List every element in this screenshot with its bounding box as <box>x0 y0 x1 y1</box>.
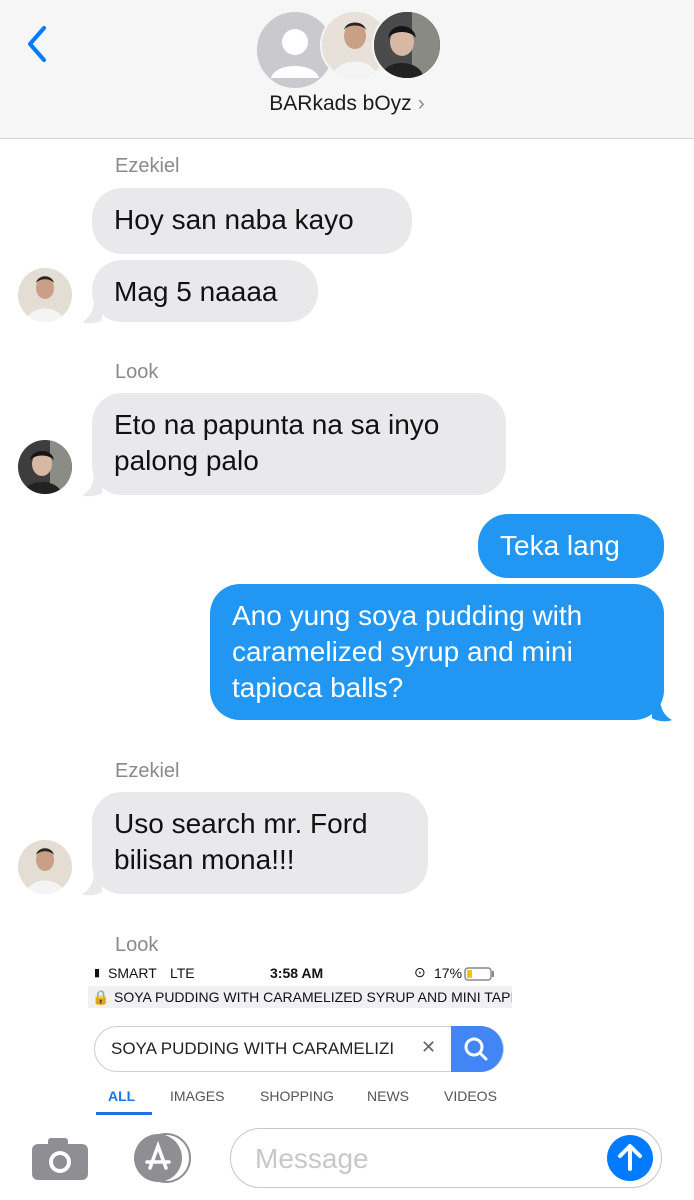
camera-icon <box>32 1138 88 1180</box>
person-photo-icon <box>18 840 72 894</box>
incoming-message-bubble[interactable]: Eto na papunta na sa inyo palong palo <box>92 393 506 495</box>
bubble-tail <box>652 698 672 722</box>
chevron-right-icon: › <box>417 92 425 115</box>
message-text: Hoy san naba kayo <box>114 204 354 235</box>
sender-name: Look <box>115 361 159 383</box>
outgoing-message-bubble[interactable]: Ano yung soya pudding with caramelized s… <box>210 584 664 720</box>
message-text: Teka lang <box>500 530 620 561</box>
back-chevron-icon <box>28 26 46 62</box>
message-input[interactable]: Message <box>230 1128 662 1188</box>
screenshot-tab-bar: ALL IMAGES SHOPPING NEWS VIDEOS <box>88 1088 512 1122</box>
bubble-tail <box>82 872 102 896</box>
active-tab-indicator <box>96 1112 152 1115</box>
sender-name: Look <box>115 934 159 956</box>
tab-news: NEWS <box>367 1088 409 1104</box>
message-text-line: Ano yung soya pudding with <box>232 600 583 631</box>
message-text-line: Uso search mr. Ford <box>114 808 368 839</box>
image-attachment[interactable]: ▮ SMART LTE 3:58 AM ⊙ 17% 🔒 SOYA PUDDING… <box>88 962 512 1122</box>
time-text: 3:58 AM <box>270 965 324 981</box>
message-text-line: palong palo <box>114 445 259 476</box>
url-text: SOYA PUDDING WITH CARAMELIZED SYRUP AND … <box>114 989 512 1005</box>
message-text-line: caramelized syrup and mini <box>232 636 573 667</box>
tab-all: ALL <box>108 1088 136 1104</box>
screenshot-search-box: SOYA PUDDING WITH CARAMELIZI ✕ <box>94 1026 504 1072</box>
signal-icon: ▮ <box>94 967 101 979</box>
person-photo-icon <box>18 440 72 494</box>
tab-images: IMAGES <box>170 1088 225 1104</box>
sender-avatar-ezekiel <box>18 268 72 322</box>
message-composer: Message <box>0 1118 694 1200</box>
screenshot-status-bar: ▮ SMART LTE 3:58 AM ⊙ 17% <box>88 962 512 986</box>
arrow-up-icon <box>618 1144 642 1171</box>
lock-icon: 🔒 <box>92 989 110 1005</box>
person-photo-icon <box>18 268 72 322</box>
message-placeholder: Message <box>255 1143 369 1174</box>
incoming-message-bubble[interactable]: Uso search mr. Ford bilisan mona!!! <box>92 792 428 894</box>
sender-avatar-look <box>18 440 72 494</box>
sender-name: Ezekiel <box>115 155 180 177</box>
search-query-text: SOYA PUDDING WITH CARAMELIZI <box>111 1039 395 1058</box>
sender-avatar-ezekiel <box>18 840 72 894</box>
outgoing-message-bubble[interactable]: Teka lang <box>478 514 664 578</box>
group-name: BARkads bOyz <box>269 92 412 115</box>
tab-shopping: SHOPPING <box>260 1088 334 1104</box>
network-text: LTE <box>170 965 195 981</box>
group-name-button[interactable]: BARkads bOyz › <box>0 92 694 116</box>
conversation-header: BARkads bOyz › <box>0 0 694 139</box>
bubble-tail <box>82 300 102 324</box>
screenshot-url-bar: 🔒 SOYA PUDDING WITH CARAMELIZED SYRUP AN… <box>88 986 512 1008</box>
message-text: Mag 5 naaaa <box>114 276 278 307</box>
battery-text: 17% <box>434 965 463 981</box>
message-text-line: tapioca balls? <box>232 672 404 703</box>
search-button <box>451 1026 503 1072</box>
clear-icon: ✕ <box>421 1037 437 1057</box>
incoming-message-bubble[interactable]: Hoy san naba kayo <box>92 188 412 254</box>
incoming-message-bubble[interactable]: Mag 5 naaaa <box>92 260 318 322</box>
sender-name: Ezekiel <box>115 760 180 782</box>
carrier-text: SMART <box>108 965 157 981</box>
message-text-line: Eto na papunta na sa inyo <box>114 409 440 440</box>
bubble-tail <box>82 473 102 497</box>
group-avatar-photo-2[interactable] <box>372 10 442 80</box>
lock-rotation-icon: ⊙ <box>414 964 426 980</box>
camera-button[interactable] <box>30 1134 90 1182</box>
app-store-icon <box>134 1133 191 1183</box>
message-text-line: bilisan mona!!! <box>114 844 295 875</box>
person-photo-icon <box>374 12 440 78</box>
search-icon <box>464 1037 488 1061</box>
send-button[interactable] <box>607 1135 653 1181</box>
battery-icon <box>464 967 494 981</box>
tab-videos: VIDEOS <box>444 1088 497 1104</box>
back-button[interactable] <box>22 22 56 66</box>
app-store-button[interactable] <box>128 1130 198 1186</box>
